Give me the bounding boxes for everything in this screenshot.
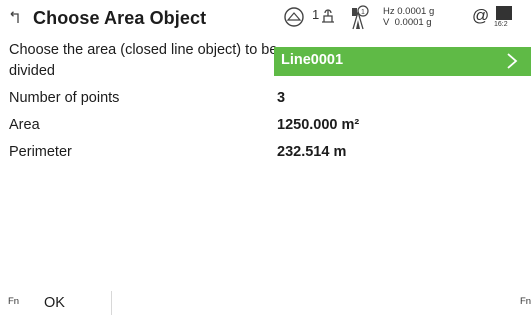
perimeter-label: Perimeter bbox=[9, 144, 72, 160]
time-label: 16:2 bbox=[494, 21, 508, 28]
area-object-select[interactable]: Line0001 bbox=[274, 47, 531, 76]
back-icon[interactable] bbox=[8, 11, 22, 25]
v-reading: V 0.0001 g bbox=[383, 17, 432, 28]
chevron-right-icon bbox=[507, 53, 518, 69]
area-size-value: 1250.000 m² bbox=[277, 117, 360, 133]
telescope-face-icon[interactable] bbox=[321, 7, 335, 23]
points-label: Number of points bbox=[9, 90, 120, 106]
area-object-label: Choose the area (closed line object) to … bbox=[9, 42, 278, 79]
ok-button[interactable]: OK bbox=[34, 291, 112, 315]
perimeter-value: 232.514 m bbox=[277, 144, 347, 160]
fn-key-right[interactable]: Fn bbox=[520, 296, 531, 307]
battery-icon[interactable]: 16:2 bbox=[494, 4, 531, 32]
at-icon[interactable]: @ bbox=[472, 6, 489, 26]
prism-icon[interactable]: 1 bbox=[347, 4, 369, 30]
face-indicator[interactable]: 1 bbox=[312, 7, 319, 22]
hz-reading: Hz 0.0001 g bbox=[383, 6, 435, 17]
area-object-value: Line0001 bbox=[281, 52, 344, 68]
softkey-bar: Fn OK Fn bbox=[0, 286, 531, 316]
svg-text:1: 1 bbox=[361, 9, 365, 16]
points-value: 3 bbox=[277, 90, 286, 106]
fn-key-left[interactable]: Fn bbox=[8, 296, 19, 307]
target-icon[interactable] bbox=[282, 5, 306, 29]
page-title: Choose Area Object bbox=[33, 8, 207, 28]
area-size-label: Area bbox=[9, 117, 40, 133]
title-bar: Choose Area Object 1 1 Hz 0.0001 g V 0.0… bbox=[0, 0, 531, 38]
